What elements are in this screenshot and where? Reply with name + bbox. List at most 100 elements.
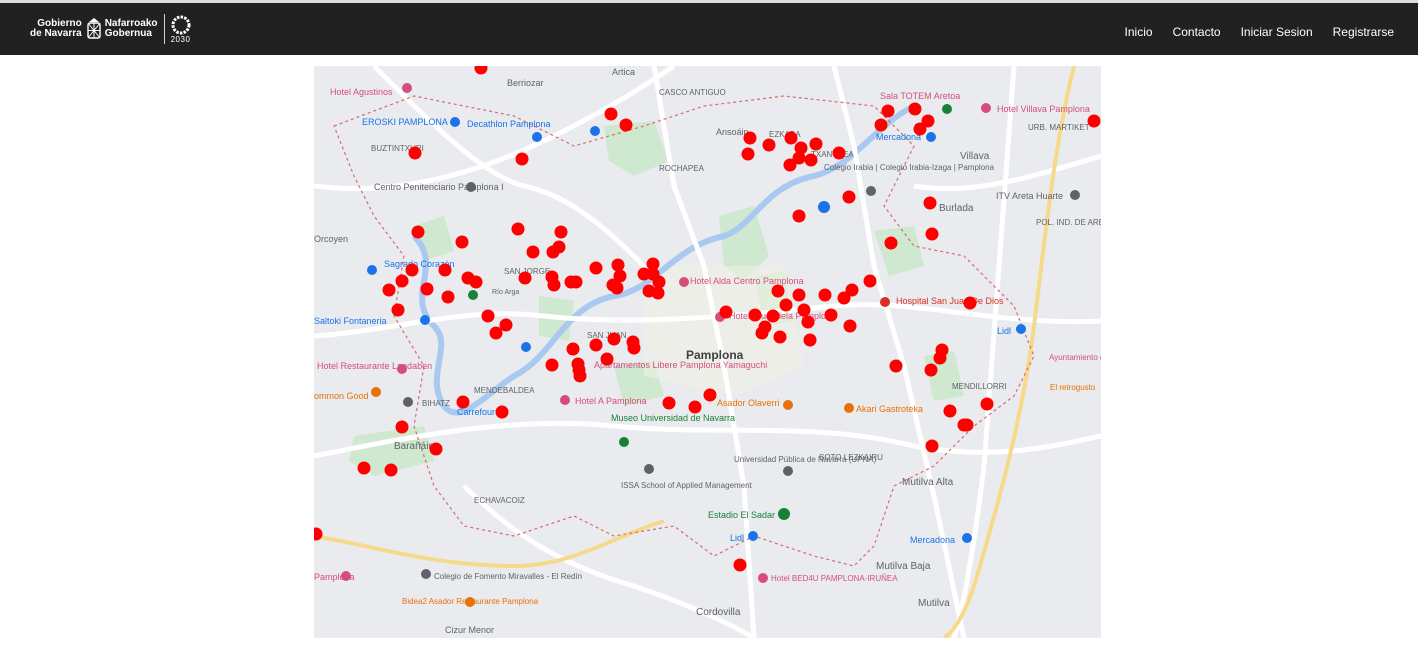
map-marker <box>420 282 434 296</box>
map-marker <box>863 274 877 288</box>
map-marker <box>357 461 371 475</box>
map-marker <box>743 131 757 145</box>
label-mutilva: Mutilva <box>918 598 950 609</box>
school-pin-icon <box>644 464 654 474</box>
map-marker <box>554 225 568 239</box>
map-marker <box>960 418 974 432</box>
nav-registrarse[interactable]: Registrarse <box>1333 25 1394 39</box>
map-marker <box>923 196 937 210</box>
label-estadio: Estadio El Sadar <box>708 510 775 520</box>
main-nav: Inicio Contacto Iniciar Sesion Registrar… <box>1105 6 1394 58</box>
location-pin-icon <box>818 201 830 213</box>
label-centro-penitenciario: Centro Penitenciario Pamplona I <box>374 182 504 192</box>
map-marker <box>651 286 665 300</box>
label-san-juan: SAN JUAN <box>587 331 627 340</box>
map-marker <box>610 281 624 295</box>
map-marker <box>573 369 587 383</box>
map-marker <box>589 338 603 352</box>
crest-icon <box>87 18 101 39</box>
label-mendillorri: MENDILLORRI <box>952 382 1007 391</box>
map-marker <box>411 225 425 239</box>
hotel-pin-icon <box>981 103 991 113</box>
map-marker <box>382 283 396 297</box>
hospital-pin-icon <box>880 297 890 307</box>
label-issa: ISSA School of Applied Management <box>621 481 753 490</box>
label-hospital: Hospital San Juan De Dios <box>896 296 1004 306</box>
map-marker <box>391 303 405 317</box>
map-marker <box>809 137 823 151</box>
agenda-wheel-icon <box>171 15 191 34</box>
map-marker <box>832 146 846 160</box>
place-pin-icon <box>468 290 478 300</box>
map-marker <box>843 319 857 333</box>
label-hotel-a-pamplona: Hotel A Pamplona <box>575 396 647 406</box>
map-marker <box>792 209 806 223</box>
map-marker <box>619 118 633 132</box>
map-marker <box>748 308 762 322</box>
map-marker <box>611 258 625 272</box>
map-marker <box>762 138 776 152</box>
label-urb-martiket: URB. MARTIKET <box>1028 123 1090 132</box>
shop-pin-icon <box>748 531 758 541</box>
label-saltoki: Saltoki Fontaneria <box>314 316 387 326</box>
map-marker <box>589 261 603 275</box>
label-orcoyen: Orcoyen <box>314 234 348 244</box>
map-marker <box>662 396 676 410</box>
nav-iniciar-sesion[interactable]: Iniciar Sesion <box>1241 25 1313 39</box>
map-marker <box>395 274 409 288</box>
shop-pin-icon <box>420 315 430 325</box>
location-pin-icon <box>521 342 531 352</box>
agenda-2030-logo: 2030 <box>171 15 191 44</box>
label-common-good: ommon Good <box>314 391 369 401</box>
map-marker <box>908 102 922 116</box>
food-pin-icon <box>783 400 793 410</box>
music-pin-icon <box>942 104 952 114</box>
label-upna: Universidad Pública de Navarra (UPNA) <box>734 455 877 464</box>
map-marker <box>889 359 903 373</box>
map-marker <box>429 442 443 456</box>
label-ayuntamiento-egues: Ayuntamiento del Valle de Egüés <box>1049 353 1101 362</box>
museum-pin-icon <box>619 437 629 447</box>
label-hotel-villava: Hotel Villava Pamplona <box>997 104 1090 114</box>
nav-contacto[interactable]: Contacto <box>1173 25 1221 39</box>
map-marker <box>600 352 614 366</box>
label-retrogusto: El retrogusto <box>1050 383 1096 392</box>
map-marker <box>733 558 747 572</box>
hotel-pin-icon <box>758 573 768 583</box>
map-marker <box>569 275 583 289</box>
map-marker <box>797 303 811 317</box>
school-pin-icon <box>866 186 876 196</box>
map-marker <box>913 122 927 136</box>
label-lidl-2: Lidl <box>730 533 744 543</box>
map-marker <box>511 222 525 236</box>
map-marker <box>792 288 806 302</box>
label-sala-totem: Sala TOTEM Aretoa <box>880 91 960 101</box>
school-pin-icon <box>421 569 431 579</box>
gobierno-navarra-logo[interactable]: Gobierno de Navarra Nafarroako Gobernua … <box>30 12 191 46</box>
label-hotel-agustinos: Hotel Agustinos <box>330 87 393 97</box>
map-marker <box>943 404 957 418</box>
label-mutilva-baja: Mutilva Baja <box>876 561 931 572</box>
city-map[interactable]: Berriozar Artica CASCO ANTIGUO Ansoáin E… <box>314 66 1101 638</box>
map-marker <box>818 288 832 302</box>
label-cordovilla: Cordovilla <box>696 607 741 618</box>
hotel-pin-icon <box>560 395 570 405</box>
brand-divider <box>163 14 165 44</box>
map-marker <box>741 147 755 161</box>
nav-inicio[interactable]: Inicio <box>1125 25 1153 39</box>
label-mutilva-alta: Mutilva Alta <box>902 477 954 488</box>
map-marker <box>456 395 470 409</box>
label-chantrea: TXANTREA <box>811 150 854 159</box>
map-marker <box>395 420 409 434</box>
map-marker <box>884 236 898 250</box>
hotel-pin-icon <box>402 83 412 93</box>
food-pin-icon <box>371 387 381 397</box>
label-berriozar: Berriozar <box>507 78 544 88</box>
map-canvas[interactable]: Berriozar Artica CASCO ANTIGUO Ansoáin E… <box>314 66 1101 638</box>
map-marker <box>804 153 818 167</box>
label-museo: Museo Universidad de Navarra <box>611 413 735 423</box>
place-pin-icon <box>403 397 413 407</box>
label-colegio: Colegio de Fomento Miravalles - El Redín <box>434 572 582 581</box>
map-marker <box>933 351 947 365</box>
map-marker <box>766 309 780 323</box>
